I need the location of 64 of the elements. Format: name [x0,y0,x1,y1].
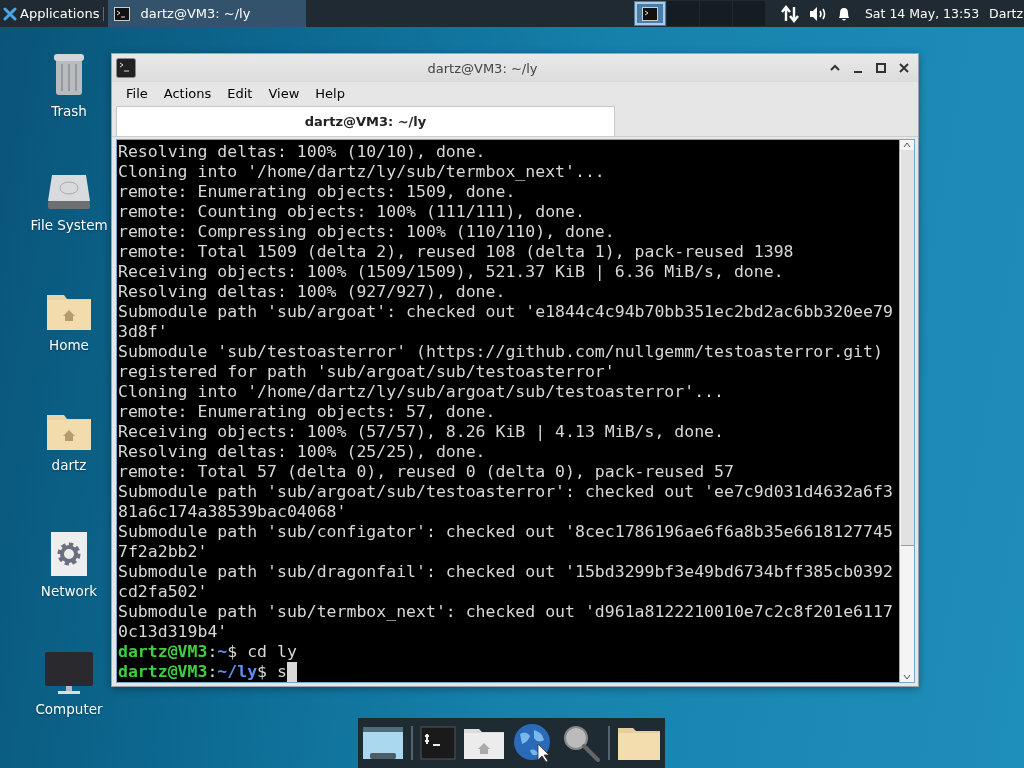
terminal-line: 81a6c174a38539bac04068' [118,502,348,522]
terminal-line: Cloning into '/home/dartz/ly/sub/termbox_next'... [118,162,606,182]
terminal-line: Resolving deltas: 100% (10/10), done. [118,142,487,162]
menu-item[interactable]: Help [307,85,353,101]
terminal-icon [114,6,131,21]
terminal-line: Submodule path 'sub/argoat': checked out 'e1844c4c94b70bb351ec2bd2ac6bb320ee79 [118,302,894,322]
terminal-line: 3d8f' [118,322,169,342]
user-menu[interactable]: Dartz [989,6,1023,21]
desktop-icon-label[interactable]: dartz [51,457,87,473]
network-arrows-icon[interactable] [780,4,799,23]
desktop-icon-label[interactable]: Home [49,337,89,353]
terminal-line: registered for path 'sub/argoat/sub/testoasterror' [118,362,616,382]
terminal-icon[interactable] [420,726,456,760]
menu-item[interactable]: Actions [155,85,220,101]
terminal-line: remote: Enumerating objects: 1509, done. [118,182,517,202]
maximize-icon[interactable] [875,62,887,74]
terminal-line: 0c13d319b4' [118,622,229,642]
close-icon[interactable] [898,62,910,74]
window-icon[interactable] [362,725,404,761]
terminal-line: cd2fa502' [118,582,209,602]
terminal-tab[interactable]: dartz@VM3: ~/ly [116,106,615,136]
terminal-line: remote: Enumerating objects: 57, done. [118,402,497,422]
prompt-line: dartz@VM3:~$ cd ly [118,642,298,662]
clock[interactable]: Sat 14 May, 13:53 [864,6,980,21]
scroll-down-icon[interactable] [901,672,913,682]
scrollbar[interactable] [899,140,914,682]
window-title: dartz@VM3: ~/ly [426,60,539,76]
menu-item[interactable]: Edit [219,85,261,101]
taskbar-button[interactable]: dartz@VM3: ~/ly [108,0,307,27]
gear-icon[interactable] [50,531,88,577]
terminal-line: Submodule path 'sub/configator': checked out '8cec1786196ae6f6a8b35e6618127745 [118,522,894,542]
workspace-button[interactable] [633,1,666,26]
terminal-line: Submodule 'sub/testoasterror' (https://github.com/nullgemm/testoasterror.git) [118,342,884,362]
bell-icon[interactable] [836,5,851,22]
menu-item[interactable]: View [260,85,308,101]
terminal-icon [641,6,658,21]
applications-menu[interactable]: Applications [0,0,104,27]
terminal-line: Resolving deltas: 100% (927/927), done. [118,282,507,302]
terminal-line: Submodule path 'sub/argoat/sub/testoasterror': checked out 'ee7c9d031d4632a6f3 [118,482,894,502]
terminal-icon [116,58,136,78]
monitor-icon[interactable] [44,651,94,695]
terminal-line: Submodule path 'sub/termbox_next': checked out 'd961a8122210010e7c2c8f201e6117 [118,602,894,622]
scroll-up-icon[interactable] [901,140,913,150]
desktop-icon-label[interactable]: Trash [51,103,87,119]
home-folder-icon[interactable] [463,726,505,760]
desktop-icon-label[interactable]: File System [30,217,108,233]
terminal-line: remote: Counting objects: 100% (111/111), done. [118,202,586,222]
terminal-line: remote: Total 1509 (delta 2), reused 108 (delta 1), pack-reused 1398 [118,242,795,262]
terminal-line: Receiving objects: 100% (1509/1509), 521.37 KiB | 6.36 MiB/s, done. [118,262,785,282]
terminal-line: 7f2a2bb2' [118,542,209,562]
menu-item[interactable]: File [118,85,156,101]
volume-icon[interactable] [808,5,827,22]
x-logo-icon [3,6,17,21]
terminal-line: remote: Total 57 (delta 0), reused 0 (delta 0), pack-reused 57 [118,462,735,482]
terminal-line: Resolving deltas: 100% (25/25), done. [118,442,487,462]
desktop-icon-label[interactable]: Computer [35,701,103,717]
folder-icon[interactable] [617,725,661,761]
prompt-line: dartz@VM3:~/ly$ s [118,662,899,682]
magnifier-icon[interactable] [561,723,601,763]
desktop-icon-label[interactable]: Network [40,583,98,599]
terminal-line: Cloning into '/home/dartz/ly/sub/argoat/sub/testoasterror'... [118,382,725,402]
terminal-line: Submodule path 'sub/dragonfail': checked out '15bd3299bf3e49bd6734bff385cb0392 [118,562,894,582]
terminal-line: remote: Compressing objects: 100% (110/110), done. [118,222,616,242]
terminal-line: Receiving objects: 100% (57/57), 8.26 KiB | 4.13 MiB/s, done. [118,422,725,442]
